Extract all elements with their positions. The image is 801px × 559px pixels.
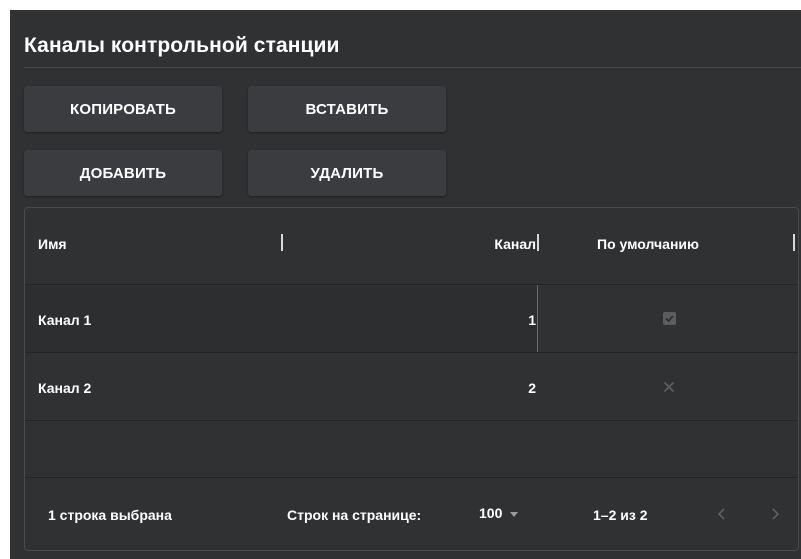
- paste-button[interactable]: ВСТАВИТЬ: [248, 86, 446, 132]
- cell-default[interactable]: [537, 353, 798, 420]
- selected-count: 1 строка выбрана: [48, 507, 172, 523]
- rows-per-page-value: 100: [479, 505, 503, 521]
- add-button[interactable]: ДОБАВИТЬ: [24, 150, 222, 196]
- previous-page-button[interactable]: [710, 502, 734, 526]
- column-header-channel[interactable]: Канал: [494, 236, 536, 252]
- column-resize-handle[interactable]: [281, 234, 283, 251]
- cell-channel: 2: [528, 380, 536, 396]
- cell-channel: 1: [528, 312, 536, 328]
- table-row[interactable]: Канал 2 2: [25, 353, 798, 421]
- chevron-right-icon: [772, 508, 780, 520]
- pagination-range: 1–2 из 2: [593, 507, 648, 523]
- chevron-left-icon: [717, 508, 725, 520]
- control-station-channels-panel: Каналы контрольной станции КОПИРОВАТЬ ВС…: [10, 10, 801, 559]
- rows-per-page-select[interactable]: 100: [479, 505, 519, 521]
- page-title: Каналы контрольной станции: [24, 34, 340, 57]
- column-header-default[interactable]: По умолчанию: [597, 236, 699, 252]
- next-page-button[interactable]: [763, 502, 787, 526]
- chevron-down-icon: [510, 511, 519, 517]
- copy-button[interactable]: КОПИРОВАТЬ: [24, 86, 222, 132]
- cell-default[interactable]: [537, 285, 798, 352]
- table-row[interactable]: Канал 1 1: [25, 285, 798, 353]
- delete-button[interactable]: УДАЛИТЬ: [248, 150, 446, 196]
- cell-name: Канал 2: [38, 380, 92, 396]
- table-header: Имя Канал По умолчанию: [25, 208, 798, 285]
- column-resize-handle[interactable]: [537, 234, 539, 251]
- rows-per-page-label: Строк на странице:: [287, 507, 422, 523]
- column-resize-handle[interactable]: [793, 234, 795, 251]
- checkbox-checked-icon: [662, 312, 676, 325]
- column-header-name[interactable]: Имя: [38, 236, 67, 252]
- close-icon: [663, 378, 675, 396]
- table-footer: 1 строка выбрана Строк на странице: 100 …: [25, 477, 798, 550]
- channels-table: Имя Канал По умолчанию Канал 1 1 Канал 2…: [24, 207, 799, 551]
- cell-name: Канал 1: [38, 312, 92, 328]
- title-divider: [24, 67, 801, 68]
